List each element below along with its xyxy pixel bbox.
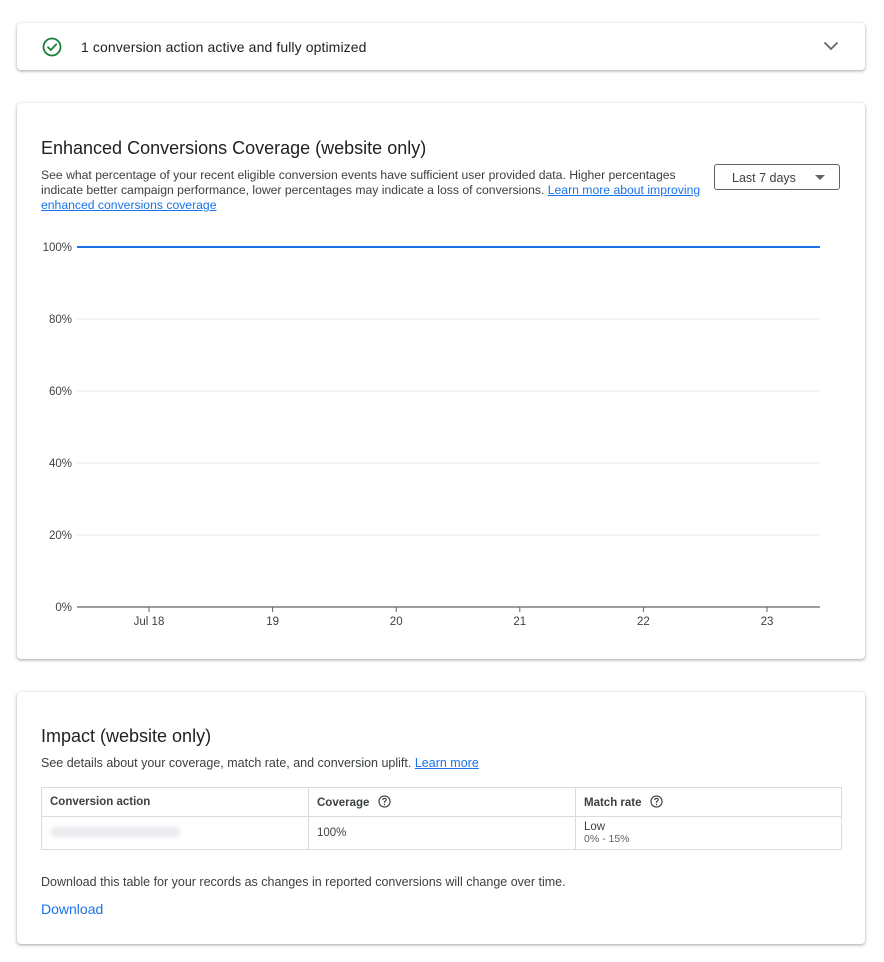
coverage-cell: 100% — [308, 816, 576, 850]
impact-description-text: See details about your coverage, match r… — [41, 756, 412, 770]
impact-description: See details about your coverage, match r… — [41, 756, 479, 770]
redacted-conversion-name — [50, 826, 180, 837]
column-header-match-rate: Match rate — [575, 787, 842, 817]
chevron-down-icon[interactable] — [823, 40, 839, 52]
conversion-action-cell — [41, 816, 309, 850]
impact-table: Conversion action Coverage Match rate 10… — [41, 787, 842, 850]
table-row: 100% Low 0% - 15% — [41, 816, 842, 850]
status-card[interactable]: 1 conversion action active and fully opt… — [17, 23, 865, 70]
match-rate-range: 0% - 15% — [584, 833, 630, 845]
x-tick-label: Jul 18 — [134, 616, 165, 628]
column-header-conversion-action: Conversion action — [41, 787, 309, 817]
y-tick-label: 0% — [55, 602, 72, 614]
download-note: Download this table for your records as … — [41, 875, 566, 889]
download-button[interactable]: Download — [41, 901, 103, 917]
coverage-line-chart: 0% 20% 40% 60% 80% 100% Jul 18 19 20 21 22 23 — [43, 242, 820, 628]
table-header-row: Conversion action Coverage Match rate — [41, 787, 842, 817]
match-rate-label: Low — [584, 821, 606, 833]
coverage-card: Enhanced Conversions Coverage (website o… — [17, 103, 865, 659]
x-tick-label: 21 — [513, 616, 526, 628]
y-tick-label: 20% — [49, 530, 72, 542]
check-circle-icon — [42, 37, 62, 57]
y-tick-label: 80% — [49, 314, 72, 326]
y-tick-label: 40% — [49, 458, 72, 470]
column-header-coverage: Coverage — [308, 787, 576, 817]
x-tick-label: 22 — [637, 616, 650, 628]
help-icon[interactable] — [377, 795, 391, 808]
y-tick-label: 60% — [49, 386, 72, 398]
impact-card: Impact (website only) See details about … — [17, 692, 865, 944]
x-tick-label: 20 — [390, 616, 403, 628]
match-rate-cell: Low 0% - 15% — [575, 816, 842, 850]
impact-title: Impact (website only) — [41, 726, 212, 746]
y-tick-label: 100% — [43, 242, 72, 254]
x-tick-label: 23 — [761, 616, 774, 628]
x-tick-label: 19 — [266, 616, 279, 628]
impact-learn-more-link[interactable]: Learn more — [415, 756, 479, 770]
status-text: 1 conversion action active and fully opt… — [81, 39, 367, 55]
help-icon[interactable] — [650, 795, 663, 808]
